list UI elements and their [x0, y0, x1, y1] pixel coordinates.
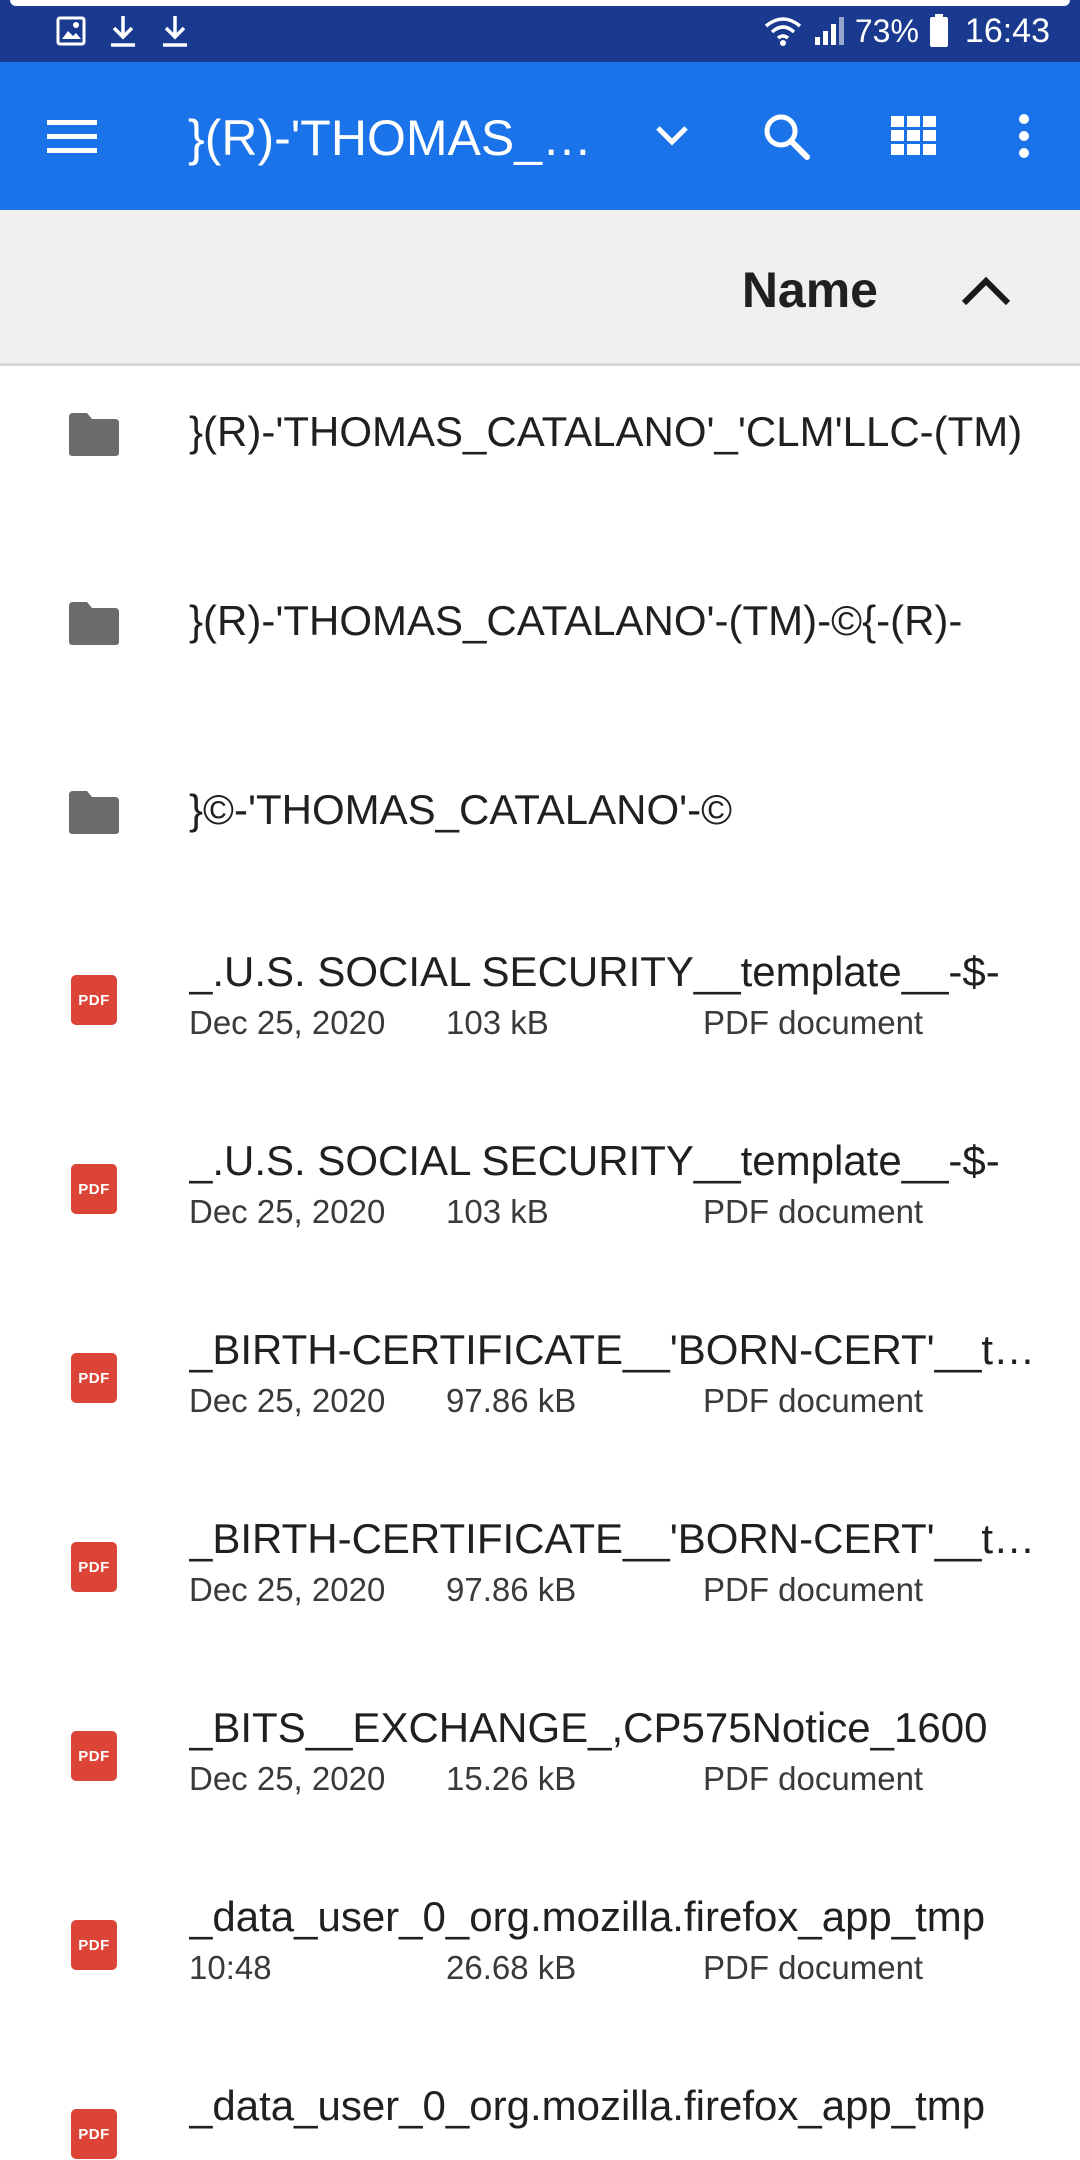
file-name: _BITS__EXCHANGE_,CP575Notice_1600	[189, 1704, 988, 1751]
system-status: 73% 16:43	[763, 0, 1050, 62]
pdf-badge: PDF	[71, 1353, 117, 1403]
pdf-icon: PDF	[66, 1350, 122, 1406]
folder-name: }(R)-'THOMAS_CATALANO'_'CLM'LLC-(TM)	[189, 408, 1023, 455]
file-type: PDF document	[703, 1571, 924, 1608]
grid-view-button[interactable]	[884, 106, 944, 166]
file-name: _BIRTH-CERTIFICATE__'BORN-CERT'__templat…	[189, 1515, 1039, 1562]
pdf-badge: PDF	[71, 975, 117, 1025]
file-row[interactable]: PDF _BIRTH-CERTIFICATE__'BORN-CERT'__temp…	[0, 1311, 1080, 1500]
file-name: _.U.S. SOCIAL SECURITY__template__-$-	[189, 1137, 1000, 1184]
pdf-badge: PDF	[71, 1731, 117, 1781]
current-folder-title[interactable]: }(R)-'THOMAS_CATALANO'_'CLM'LLC-(TM)	[188, 108, 598, 168]
chevron-down-icon	[656, 126, 688, 146]
download-icon	[108, 14, 138, 48]
file-name: _BIRTH-CERTIFICATE__'BORN-CERT'__templat…	[189, 1326, 1039, 1373]
file-name: _.U.S. SOCIAL SECURITY__template__-$-	[189, 948, 1000, 995]
file-size: 103 kB	[446, 1004, 549, 1041]
file-row[interactable]: PDF _data_user_0_org.mozilla.firefox_app_…	[0, 1878, 1080, 2067]
file-row[interactable]: PDF _BITS__EXCHANGE_,CP575Notice_1600 Dec …	[0, 1689, 1080, 1878]
file-size: 97.86 kB	[446, 1382, 577, 1419]
app-bar: }(R)-'THOMAS_CATALANO'_'CLM'LLC-(TM)	[0, 62, 1080, 210]
more-options-button[interactable]	[1004, 106, 1044, 166]
signal-icon	[813, 15, 845, 47]
pdf-icon: PDF	[66, 1161, 122, 1217]
search-icon	[764, 114, 810, 160]
folder-icon	[66, 784, 122, 840]
folder-row[interactable]: }(R)-'THOMAS_CATALANO'_'CLM'LLC-(TM)	[0, 366, 1080, 555]
folder-row[interactable]: }©-'THOMAS_CATALANO'-©	[0, 744, 1080, 933]
file-type: PDF document	[703, 1949, 924, 1986]
sort-by-name-label[interactable]: Name	[742, 260, 878, 320]
folder-icon	[66, 406, 122, 462]
pdf-badge: PDF	[71, 2109, 117, 2159]
file-date: Dec 25, 2020	[189, 1004, 386, 1041]
file-name: _data_user_0_org.mozilla.firefox_app_tmp	[189, 2082, 986, 2129]
file-type: PDF document	[703, 1382, 924, 1419]
file-row[interactable]: PDF _.U.S. SOCIAL SECURITY__template__-$-…	[0, 933, 1080, 1122]
pdf-icon: PDF	[66, 972, 122, 1028]
folder-name: }©-'THOMAS_CATALANO'-©	[189, 786, 733, 833]
breadcrumb-dropdown-button[interactable]	[644, 108, 700, 164]
status-bar: 73% 16:43	[0, 0, 1080, 62]
clock: 16:43	[964, 11, 1050, 50]
file-date: Dec 25, 2020	[189, 1760, 386, 1797]
file-date: 10:48	[189, 1949, 272, 1986]
notification-icons	[56, 0, 190, 62]
file-date: Dec 25, 2020	[189, 1193, 386, 1230]
file-type: PDF document	[703, 1760, 924, 1797]
download-icon	[160, 14, 190, 48]
file-date: Dec 25, 2020	[189, 1571, 386, 1608]
file-size: 26.68 kB	[446, 1949, 577, 1986]
file-type: PDF document	[703, 1004, 924, 1041]
pdf-icon: PDF	[66, 1917, 122, 1973]
sort-ascending-icon[interactable]	[956, 266, 1016, 314]
gallery-icon	[56, 16, 86, 46]
file-date: Dec 25, 2020	[189, 1382, 386, 1419]
grid-view-icon	[891, 116, 936, 155]
file-name: _data_user_0_org.mozilla.firefox_app_tmp	[189, 1893, 986, 1940]
file-row[interactable]: PDF _BIRTH-CERTIFICATE__'BORN-CERT'__temp…	[0, 1500, 1080, 1689]
pdf-badge: PDF	[71, 1164, 117, 1214]
file-size: 103 kB	[446, 1193, 549, 1230]
sort-header[interactable]: Name	[0, 210, 1080, 366]
battery-percent: 73%	[854, 12, 919, 49]
pdf-icon: PDF	[66, 1728, 122, 1784]
folder-row[interactable]: }(R)-'THOMAS_CATALANO'-(TM)-©{-(R)-	[0, 555, 1080, 744]
battery-icon	[929, 14, 949, 48]
file-list: }(R)-'THOMAS_CATALANO'_'CLM'LLC-(TM) }(R)…	[0, 366, 1080, 2160]
file-row[interactable]: PDF _.U.S. SOCIAL SECURITY__template__-$-…	[0, 1122, 1080, 1311]
file-row[interactable]: PDF _data_user_0_org.mozilla.firefox_app_…	[0, 2067, 1080, 2160]
hamburger-menu-icon	[47, 120, 97, 153]
search-button[interactable]	[756, 106, 816, 166]
pdf-badge: PDF	[71, 1542, 117, 1592]
file-type: PDF document	[703, 1193, 924, 1230]
pdf-badge: PDF	[71, 1920, 117, 1970]
pdf-icon: PDF	[66, 1539, 122, 1595]
menu-button[interactable]	[44, 108, 100, 164]
pdf-icon: PDF	[66, 2106, 122, 2160]
folder-icon	[66, 595, 122, 651]
file-size: 15.26 kB	[446, 1760, 577, 1797]
folder-name: }(R)-'THOMAS_CATALANO'-(TM)-©{-(R)-	[189, 597, 963, 644]
file-size: 97.86 kB	[446, 1571, 577, 1608]
more-vert-icon	[1019, 114, 1029, 158]
wifi-icon	[763, 15, 803, 47]
